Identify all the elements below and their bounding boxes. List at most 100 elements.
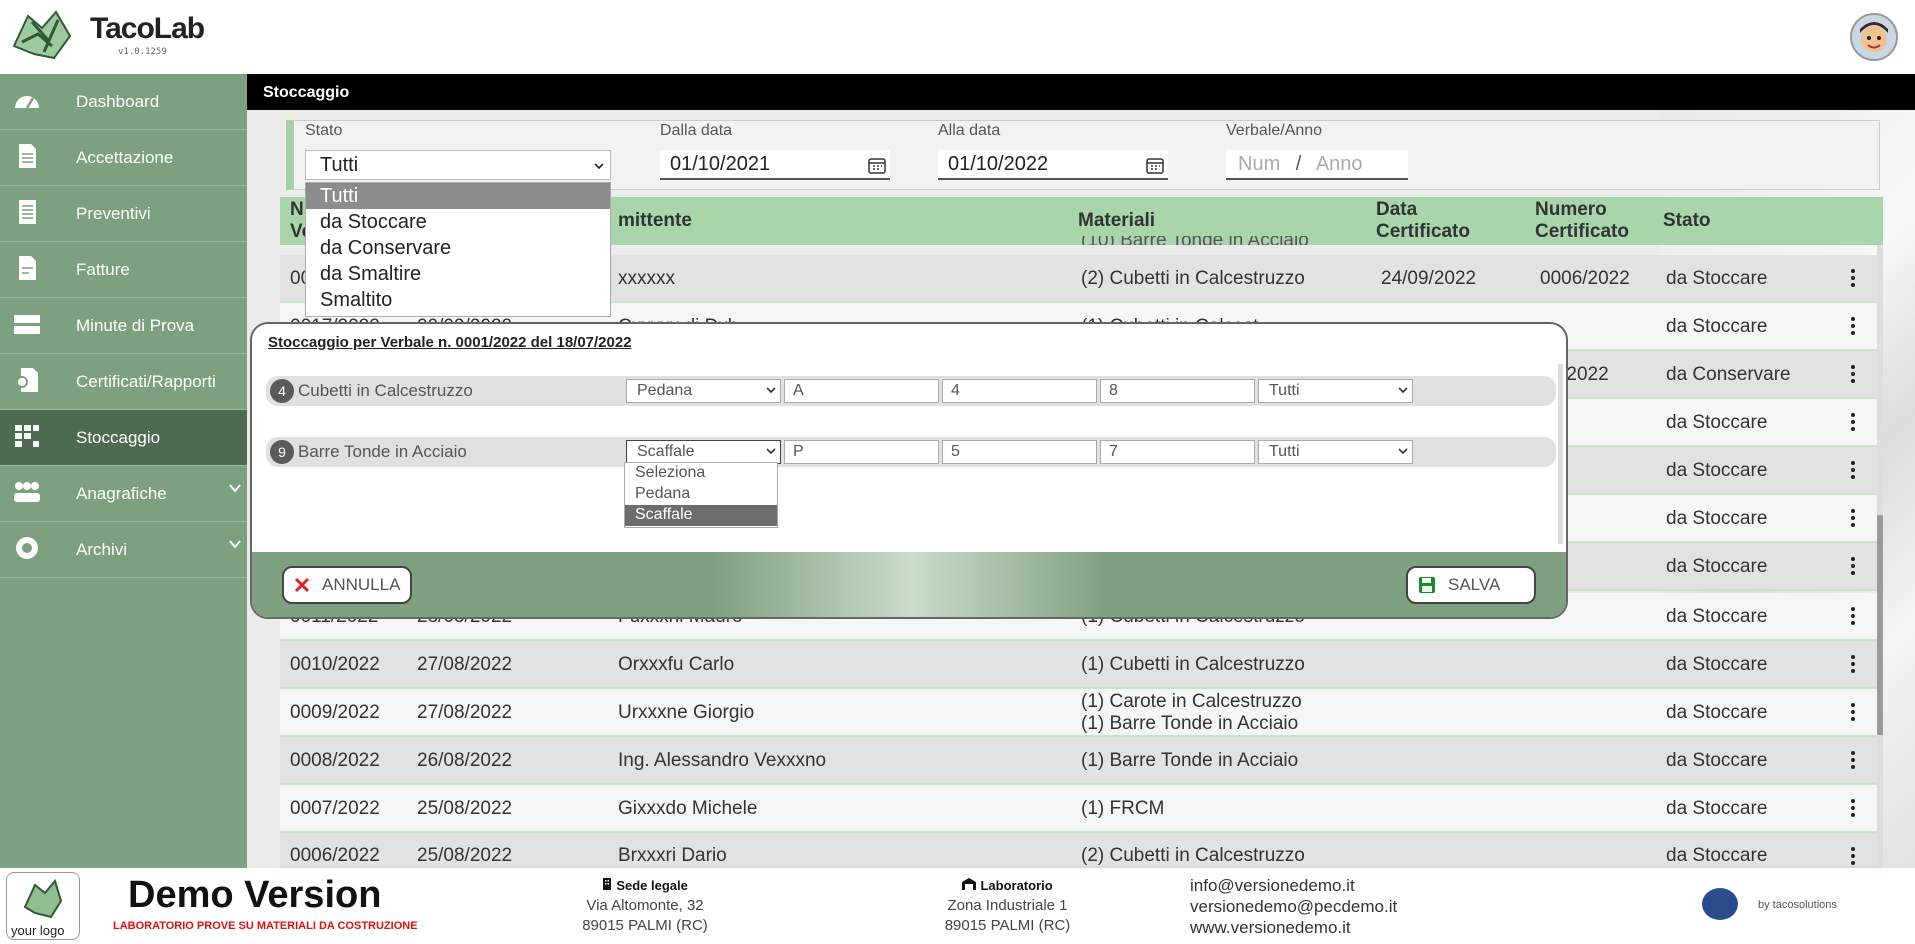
sidebar-item-accettazione[interactable]: Accettazione xyxy=(0,130,247,186)
material-stato-select[interactable]: Tutti xyxy=(1258,440,1413,464)
sidebar-item-dashboard[interactable]: Dashboard xyxy=(0,74,247,130)
col-data-certificato-header[interactable]: Data Certificato xyxy=(1376,199,1470,243)
modal-scrollbar[interactable] xyxy=(1558,364,1563,544)
demo-title: Demo Version xyxy=(128,874,382,916)
sede-legale-block: Sede legale Via Altomonte, 32 89015 PALM… xyxy=(560,876,730,936)
row-menu-icon[interactable] xyxy=(1851,411,1857,433)
stato-select-value: Tutti xyxy=(320,154,359,176)
row-menu-icon[interactable] xyxy=(1851,845,1857,866)
cell-committente: Brxxxri Dario xyxy=(618,845,727,866)
cell-stato: da Stoccare xyxy=(1666,654,1768,675)
alla-data-input[interactable]: 01/10/2022 xyxy=(938,150,1168,180)
stato-option[interactable]: Tutti xyxy=(306,183,610,209)
cell-stato: da Stoccare xyxy=(1666,412,1768,433)
col-stato-header[interactable]: Stato xyxy=(1663,210,1711,232)
material-name: Barre Tonde in Acciaio xyxy=(298,442,467,461)
tray-icon xyxy=(14,315,40,334)
table-row[interactable]: 0010/2022 27/08/2022 Orxxxfu Carlo (1) C… xyxy=(280,641,1883,689)
col-materiali-header[interactable]: Materiali xyxy=(1078,210,1155,232)
location-option[interactable]: Seleziona xyxy=(625,463,777,484)
table-row[interactable]: 0007/2022 25/08/2022 Gixxxdo Michele (1)… xyxy=(280,785,1883,833)
table-row[interactable]: 0006/2022 25/08/2022 Brxxxri Dario (2) C… xyxy=(280,833,1883,868)
location-select[interactable]: Scaffale xyxy=(626,440,781,464)
row-menu-icon[interactable] xyxy=(1851,797,1857,819)
sidebar-item-archivi[interactable]: Archivi xyxy=(0,522,247,578)
location-option[interactable]: Scaffale xyxy=(625,505,777,526)
page-title: Stoccaggio xyxy=(247,74,1915,110)
location-select[interactable]: Pedana xyxy=(626,379,781,403)
cancel-button-label: ANNULLA xyxy=(322,575,401,594)
user-avatar[interactable] xyxy=(1850,13,1898,61)
row-menu-icon[interactable] xyxy=(1851,701,1857,723)
chevron-down-icon xyxy=(1398,448,1408,455)
position-field-2[interactable]: 5 xyxy=(942,440,1097,464)
row-menu-icon[interactable] xyxy=(1851,459,1857,481)
cell-stato: da Stoccare xyxy=(1666,606,1768,627)
sidebar-item-fatture[interactable]: Fatture xyxy=(0,242,247,298)
pec-link[interactable]: versionedemo@pecdemo.it xyxy=(1190,896,1397,917)
row-menu-icon[interactable] xyxy=(1851,363,1857,385)
verbale-num-input[interactable]: Num xyxy=(1238,153,1280,175)
location-option[interactable]: Pedana xyxy=(625,484,777,505)
by-tacosolutions: by tacosolutions xyxy=(1758,899,1837,911)
material-stato-value: Tutti xyxy=(1269,443,1300,460)
building-icon xyxy=(603,878,612,890)
sidebar-item-stoccaggio[interactable]: Stoccaggio xyxy=(0,410,247,466)
archive-icon xyxy=(16,537,38,559)
material-stato-select[interactable]: Tutti xyxy=(1258,379,1413,403)
sidebar-item-anagrafiche[interactable]: Anagrafiche xyxy=(0,466,247,522)
col-data-line2: Certificato xyxy=(1376,221,1470,242)
cell-stato: da Stoccare xyxy=(1666,750,1768,771)
row-menu-icon[interactable] xyxy=(1851,605,1857,627)
col-committente-header[interactable]: mittente xyxy=(618,210,692,232)
sidebar-item-preventivi[interactable]: Preventivi xyxy=(0,186,247,242)
stato-option[interactable]: Smaltito xyxy=(306,287,610,313)
stato-option[interactable]: da Conservare xyxy=(306,235,610,261)
row-menu-icon[interactable] xyxy=(1851,653,1857,675)
row-menu-icon[interactable] xyxy=(1851,507,1857,529)
row-menu-icon[interactable] xyxy=(1851,267,1857,289)
stato-select[interactable]: Tutti xyxy=(305,150,611,180)
sidebar-item-label: Archivi xyxy=(76,540,128,559)
material-name: Cubetti in Calcestruzzo xyxy=(298,381,473,400)
calendar-icon[interactable] xyxy=(868,156,886,174)
stato-option[interactable]: da Smaltire xyxy=(306,261,610,287)
stoccaggio-modal: Stoccaggio per Verbale n. 0001/2022 del … xyxy=(250,322,1568,619)
position-field-1[interactable]: P xyxy=(784,440,939,464)
position-field-3[interactable]: 8 xyxy=(1100,379,1255,403)
cell-stato: da Stoccare xyxy=(1666,556,1768,577)
floppy-disk-icon xyxy=(1419,577,1435,593)
material-count-badge: 4 xyxy=(270,379,294,403)
row-menu-icon[interactable] xyxy=(1851,315,1857,337)
verbale-anno-input[interactable]: Anno xyxy=(1316,153,1363,175)
verbale-anno-field: Num / Anno xyxy=(1226,150,1408,180)
cell-materiali: (1) Barre Tonde in Acciaio xyxy=(1081,750,1299,771)
table-row[interactable]: 0008/2022 26/08/2022 Ing. Alessandro Vex… xyxy=(280,737,1883,785)
email-link[interactable]: info@versionedemo.it xyxy=(1190,875,1397,896)
stato-label: Stato xyxy=(305,122,343,139)
position-field-1[interactable]: A xyxy=(784,379,939,403)
position-field-3[interactable]: 7 xyxy=(1100,440,1255,464)
stato-option[interactable]: da Stoccare xyxy=(306,209,610,235)
calendar-icon[interactable] xyxy=(1146,156,1164,174)
material-count-badge: 9 xyxy=(270,440,294,464)
cancel-button[interactable]: ANNULLA xyxy=(282,566,412,604)
col-numero-certificato-header[interactable]: Numero Certificato xyxy=(1535,199,1629,243)
cell-stato: da Stoccare xyxy=(1666,845,1768,866)
sidebar-item-certificati-rapporti[interactable]: Certificati/Rapporti xyxy=(0,354,247,410)
cell-committente: Orxxxfu Carlo xyxy=(618,654,735,675)
sidebar-item-minute-di-prova[interactable]: Minute di Prova xyxy=(0,298,247,354)
dalla-data-input[interactable]: 01/10/2021 xyxy=(660,150,890,180)
sidebar-item-label: Dashboard xyxy=(76,92,160,111)
position-field-2[interactable]: 4 xyxy=(942,379,1097,403)
close-icon xyxy=(294,577,310,593)
save-button[interactable]: SALVA xyxy=(1406,566,1536,604)
row-menu-icon[interactable] xyxy=(1851,749,1857,771)
table-row[interactable]: 0009/2022 27/08/2022 Urxxxne Giorgio (1)… xyxy=(280,689,1883,737)
chevron-down-icon xyxy=(229,484,241,493)
row-menu-icon[interactable] xyxy=(1851,555,1857,577)
table-scrollbar-thumb[interactable] xyxy=(1877,515,1883,735)
website-link[interactable]: www.versionedemo.it xyxy=(1190,917,1397,938)
demo-subtitle: LABORATORIO PROVE SU MATERIALI DA COSTRU… xyxy=(113,920,418,932)
app-name: TacoLab xyxy=(90,12,205,45)
